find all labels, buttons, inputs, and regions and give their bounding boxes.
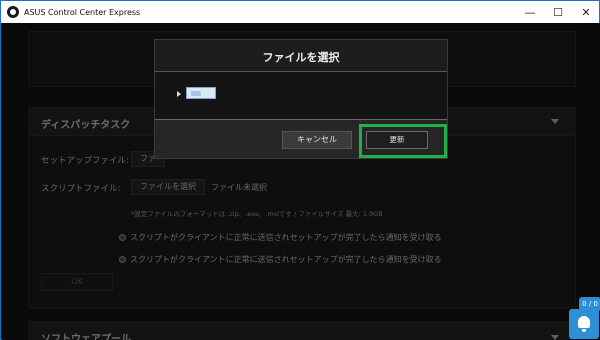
folder-icon[interactable] <box>186 87 216 99</box>
close-button[interactable]: ✕ <box>569 1 600 23</box>
update-button-highlight <box>359 124 447 158</box>
notification-widget[interactable]: 0 / 0 <box>569 297 600 340</box>
app-logo-icon <box>7 6 19 18</box>
title-bar: ASUS Control Center Express — ☐ ✕ <box>1 1 599 23</box>
file-tree <box>155 72 447 120</box>
cancel-button[interactable]: キャンセル <box>282 131 352 149</box>
dialog-title: ファイルを選択 <box>262 51 340 64</box>
bell-icon <box>578 316 590 332</box>
window-title: ASUS Control Center Express <box>24 7 141 17</box>
dialog-header: ファイルを選択 <box>155 40 447 72</box>
notification-count: 0 / 0 <box>579 297 600 311</box>
notification-button[interactable] <box>569 309 599 339</box>
expand-arrow-icon[interactable] <box>177 91 181 97</box>
app-window: ASUS Control Center Express — ☐ ✕ ディスパッチ… <box>0 0 600 340</box>
